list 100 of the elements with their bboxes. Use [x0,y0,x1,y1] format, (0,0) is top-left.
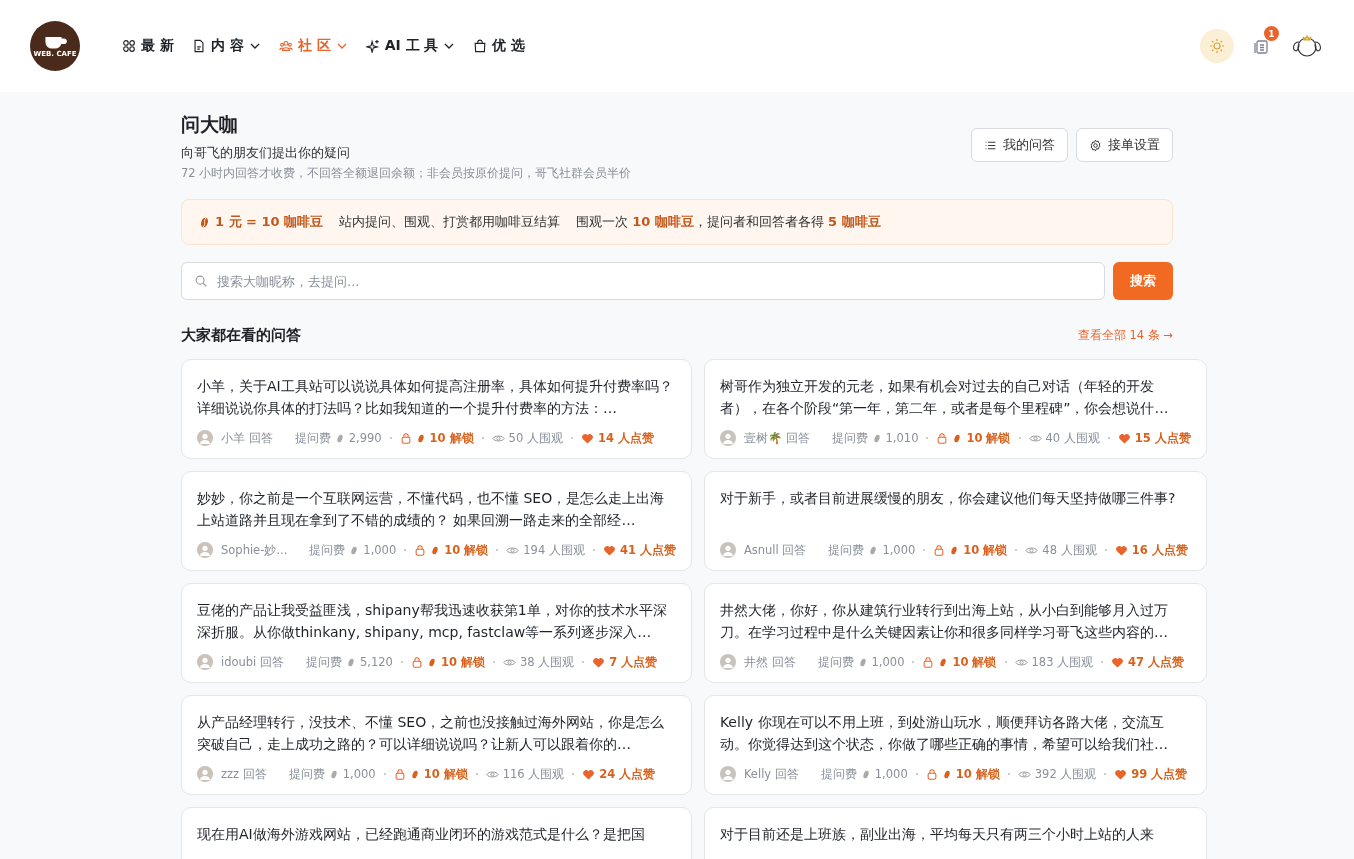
unlock-price[interactable]: 10 解锁 [444,542,489,558]
question-card[interactable]: Kelly 你现在可以不用上班，到处游山玩水，顺便拜访各路大佬，交流互动。你觉得达到这个状态，你做了哪些正确的事情，希望可以给我们社… Kelly 回答 提问费 1,000 10 解锁 392 人围观 99 人点赞 [703,695,1207,795]
like-count: 14 人点赞 [597,430,654,446]
coffee-bean-icon [938,656,949,668]
unlock-price[interactable]: 10 解锁 [440,654,485,670]
question-card[interactable]: 对于新手，或者目前进展缓慢的朋友，你会建议他们每天坚持做哪三件事? Asnull 回答 提问费 1,000 10 解锁 48 人围观 16 人点赞 [703,471,1207,571]
eye-icon [506,544,520,556]
fee-amount: 1,000 [871,655,905,669]
my-answers-button[interactable]: 我的问答 [971,128,1068,162]
lock-icon [410,656,423,668]
sparkle-icon [365,39,380,53]
view-count: 48 人围观 [1042,542,1097,558]
coffee-bean-icon [857,656,868,668]
search-field[interactable]: 搜索大咖昵称，去提问... [181,262,1105,300]
notice-text: 站内提问、围观、打赏都用咖啡豆结算 [339,213,561,231]
fee-label: 提问费 [294,430,331,446]
eye-icon [485,768,499,780]
avatar-icon [719,766,736,782]
avatar-icon [197,654,213,670]
question-text: 从产品经理转行，没技术、不懂 SEO，之前也没接触过海外网站，你是怎么突破自己，走上成功之路的？可以详细说说吗？让新人可以跟着你的… [197,713,666,754]
page-subtitle: 向哥飞的朋友们提出你的疑问 [181,144,351,162]
fee-amount: 1,000 [882,543,916,557]
question-card[interactable]: 对于目前还是上班族，副业出海，平均每天只有两三个小时上站的人来 [703,807,1207,859]
fee-label: 提问费 [817,654,854,670]
gear-icon [1089,138,1102,152]
question-text: 豆佬的产品让我受益匪浅，shipany帮我迅速收获第1单，对你的技术水平深深折服。从你做thinkany, shipany, mcp, fastclaw等一系列逐步深入… [197,601,668,642]
unlock-price[interactable]: 10 解锁 [429,430,474,446]
fee-amount: 1,000 [363,543,397,557]
view-count: 183 人围观 [1031,654,1094,670]
coffee-bean-icon [200,215,209,229]
eye-icon [1025,544,1039,556]
like-count: 7 人点赞 [609,654,658,670]
question-card[interactable]: 小羊，关于AI工具站可以说说具体如何提高注册率，具体如何提升付费率吗？详细说说你具体的打法吗？比如我知道的一个提升付费率的方法：… 小羊 回答 提问费 2,990 10 解锁 50 人围观 14 人点赞 [181,359,692,459]
fee-label: 提问费 [309,542,346,558]
question-text: 对于新手，或者目前进展缓慢的朋友，你会建议他们每天坚持做哪三件事? [719,489,1177,508]
question-text: 井然大佬，你好，你从建筑行业转行到出海上站，从小白到能够月入过万刀。在学习过程中是什么关键因素让你和很多同样学习哥飞这些内容的… [719,601,1169,642]
avatar-icon [719,542,736,558]
settings-button[interactable]: 接单设置 [1076,128,1173,162]
eye-icon [1014,656,1028,668]
like-count: 24 人点赞 [599,766,656,782]
question-text: 小羊，关于AI工具站可以说说具体如何提高注册率，具体如何提升付费率吗？详细说说你具体的打法吗？比如我知道的一个提升付费率的方法：… [197,377,674,418]
theme-toggle-button[interactable] [1200,29,1234,63]
eye-icon [491,432,505,444]
view-count: 50 人围观 [508,430,563,446]
lock-icon [393,768,406,780]
coffee-bean-icon [415,432,426,444]
question-card[interactable]: 树哥作为独立开发的元老，如果有机会对过去的自己对话（年轻的开发者），在各个阶段“第一年，第二年，或者是每个里程碑”，你会想说什… 壹树🌴 回答 提问费 1,010 10 解锁 40 人围观 15 人点赞 [703,359,1207,459]
fee-amount: 5,120 [360,655,393,669]
coffee-bean-icon [860,768,871,780]
lock-icon [399,432,412,444]
unlock-price[interactable]: 10 解锁 [423,766,468,782]
author-name: zzz 回答 [221,766,267,782]
search-icon [194,274,208,288]
like-count: 99 人点赞 [1131,766,1188,782]
fee-label: 提问费 [820,766,857,782]
question-card[interactable]: 井然大佬，你好，你从建筑行业转行到出海上站，从小白到能够月入过万刀。在学习过程中是什么关键因素让你和很多同样学习哥飞这些内容的… 井然 回答 提问费 1,000 10 解锁 183 人围观 47 人点赞 [703,583,1207,683]
fee-label: 提问费 [831,430,868,446]
nav-item[interactable]: AI 工 具 [365,37,456,55]
avatar-icon [719,654,736,670]
question-text: 妙妙，你之前是一个互联网运营，不懂代码，也不懂 SEO，是怎么走上出海上站道路并且现在拿到了不错的成绩的？ 如果回溯一路走来的全部经… [197,489,666,530]
heart-icon [1114,544,1128,556]
eye-icon [1017,768,1031,780]
author-name: idoubi 回答 [221,654,284,670]
page-note: 72 小时内回答才收费，不回答全额退回余额；非会员按原价提问，哥飞社群会员半价 [181,166,632,181]
page-title: 问大咖 [181,112,239,137]
heart-icon [1111,656,1125,668]
nav-item[interactable]: 优 选 [473,37,526,55]
unlock-price[interactable]: 10 解锁 [955,766,1000,782]
coffee-bean-icon [346,656,356,668]
lock-icon [414,544,427,556]
question-card[interactable]: 现在用AI做海外游戏网站，已经跑通商业闭环的游戏范式是什么？是把国 [181,807,692,859]
question-card[interactable]: 从产品经理转行，没技术、不懂 SEO，之前也没接触过海外网站，你是怎么突破自己，走上成功之路的？可以详细说说吗？让新人可以跟着你的… zzz 回答 提问费 1,000 10 解锁 116 人围观 24 人点赞 [181,695,692,795]
like-count: 15 人点赞 [1134,430,1191,446]
view-count: 116 人围观 [502,766,565,782]
people-icon [278,39,293,53]
question-card[interactable]: 妙妙，你之前是一个互联网运营，不懂代码，也不懂 SEO，是怎么走上出海上站道路并且现在拿到了不错的成绩的？ 如果回溯一路走来的全部经… Sophie-妙... 提问费 1,000 10 解锁 194 人围观 41 人点赞 [181,471,692,571]
user-avatar[interactable] [1290,33,1324,59]
lock-icon [936,432,949,444]
coffee-bean-icon [409,768,420,780]
nav-item[interactable]: 内 容 [191,37,261,55]
view-count: 194 人围观 [523,542,585,558]
coffee-bean-icon [349,544,360,556]
nav-item[interactable]: 最 新 [122,37,174,55]
coffee-bean-icon [868,544,879,556]
view-count: 392 人围观 [1034,766,1097,782]
fee-label: 提问费 [828,542,865,558]
like-count: 41 人点赞 [619,542,676,558]
heart-icon [580,432,594,444]
eye-icon [1028,432,1042,444]
unlock-price[interactable]: 10 解锁 [952,654,997,670]
author-name: 壹树🌴 回答 [743,430,810,446]
heart-icon [1114,768,1128,780]
unlock-price[interactable]: 10 解锁 [963,542,1008,558]
unlock-price[interactable]: 10 解锁 [966,430,1011,446]
author-name: 小羊 回答 [221,430,273,446]
shopping-bag-icon [473,39,488,53]
question-text: Kelly 你现在可以不用上班，到处游山玩水，顺便拜访各路大佬，交流互动。你觉得达到这个状态，你做了哪些正确的事情，希望可以给我们社… [719,713,1169,754]
notice-text: 围观一次 10 咖啡豆，提问者和回答者各得 5 咖啡豆 [576,213,881,231]
question-card[interactable]: 豆佬的产品让我受益匪浅，shipany帮我迅速收获第1单，对你的技术水平深深折服。从你做thinkany, shipany, mcp, fastclaw等一系列逐步深入… idoubi 回答 提问费 5,120 10 解锁 38 人围观 7 人点赞 [181,583,692,683]
question-text: 树哥作为独立开发的元老，如果有机会对过去的自己对话（年轻的开发者），在各个阶段“第一年，第二年，或者是每个里程碑”，你会想说什… [719,377,1170,418]
